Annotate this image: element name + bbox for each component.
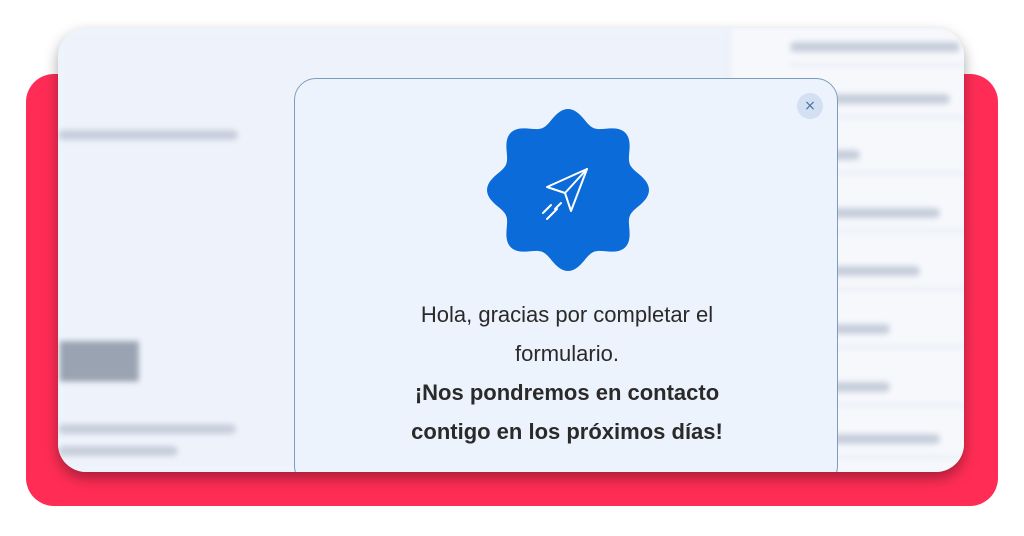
success-modal: × Hola, gracias por completar el formula… — [294, 78, 838, 472]
background-text-line — [58, 424, 236, 434]
background-field — [790, 28, 964, 66]
background-heading: ███ — [60, 342, 139, 382]
confirmation-message: Hola, gracias por completar el formulari… — [295, 295, 839, 451]
close-icon[interactable]: × — [797, 93, 823, 119]
background-text-line — [58, 130, 238, 140]
message-line: Hola, gracias por completar el — [420, 302, 714, 327]
message-bold-line: ¡Nos pondremos en contacto — [414, 380, 720, 405]
app-window: ███ × Hola, gracias por completar el for… — [58, 28, 964, 472]
background-field — [830, 310, 964, 348]
background-text-line — [58, 446, 178, 456]
stage: ███ × Hola, gracias por completar el for… — [0, 0, 1024, 536]
message-line: formulario. — [515, 341, 619, 366]
paper-plane-icon — [487, 109, 649, 271]
message-bold-line: contigo en los próximos días! — [411, 419, 723, 444]
